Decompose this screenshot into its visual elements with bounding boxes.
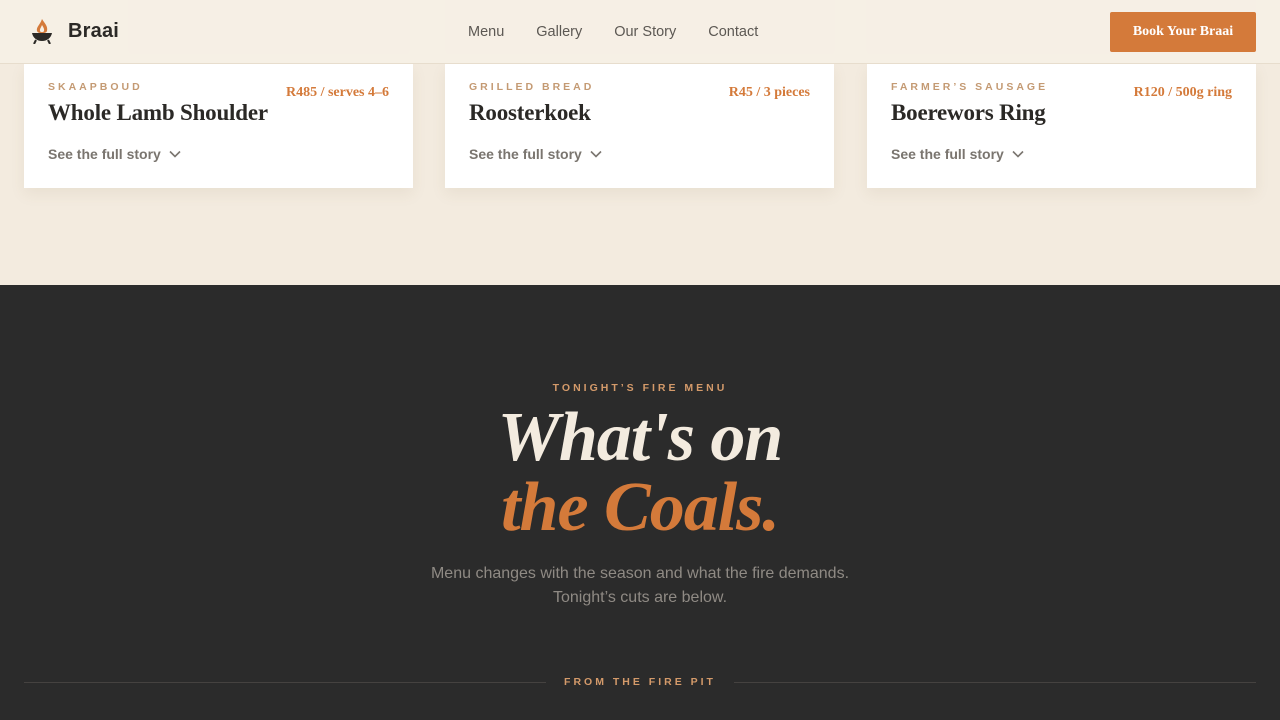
chevron-down-icon <box>169 150 181 158</box>
category-divider: FROM THE FIRE PIT <box>24 674 1257 690</box>
brand-name: Braai <box>68 19 120 42</box>
card-eyebrow: FARMER’S SAUSAGE <box>891 81 1049 93</box>
see-full-story-toggle[interactable]: See the full story <box>469 146 602 162</box>
nav-link-gallery[interactable]: Gallery <box>520 23 598 41</box>
book-braai-button[interactable]: Book Your Braai <box>1110 12 1256 52</box>
subtitle-line-1: Menu changes with the season and what th… <box>430 565 850 582</box>
section-subtitle: Menu changes with the season and what th… <box>0 562 1280 610</box>
headline-line-2: the Coals. <box>501 469 780 546</box>
card-eyebrow: GRILLED BREAD <box>469 81 595 93</box>
section-kicker: TONIGHT’S FIRE MENU <box>552 382 728 394</box>
story-toggle-label: See the full story <box>469 146 582 162</box>
see-full-story-toggle[interactable]: See the full story <box>891 146 1024 162</box>
main-nav: Menu Gallery Our Story Contact <box>452 23 774 41</box>
chevron-down-icon <box>1012 150 1024 158</box>
card-price: R485 / serves 4–6 <box>285 85 389 100</box>
card-title: Whole Lamb Shoulder <box>48 100 268 125</box>
card-eyebrow: SKAAPBOUD <box>48 81 143 93</box>
see-full-story-toggle[interactable]: See the full story <box>48 146 181 162</box>
nav-link-our-story[interactable]: Our Story <box>598 23 692 41</box>
card-title: Roosterkoek <box>469 100 591 125</box>
story-toggle-label: See the full story <box>891 146 1004 162</box>
grill-flame-icon <box>32 19 52 44</box>
divider-rule <box>733 681 1257 683</box>
fire-menu-section: TONIGHT’S FIRE MENU What's on the Coals.… <box>0 285 1280 720</box>
nav-link-contact[interactable]: Contact <box>692 23 774 41</box>
headline-line-1: What's on <box>497 399 784 476</box>
divider-rule <box>24 681 547 683</box>
subtitle-line-2: Tonight’s cuts are below. <box>552 589 728 606</box>
category-label: FROM THE FIRE PIT <box>564 676 716 688</box>
menu-card-boerewors: FARMER’S SAUSAGE R120 / 500g ring Boerew… <box>867 64 1256 188</box>
card-price: R120 / 500g ring <box>1133 85 1232 100</box>
brand-logo[interactable]: Braai <box>30 18 119 44</box>
menu-card-roosterkoek: GRILLED BREAD R45 / 3 pieces Roosterkoek… <box>445 64 834 188</box>
section-headline: What's on the Coals. <box>0 403 1280 543</box>
nav-link-menu[interactable]: Menu <box>452 23 520 41</box>
story-toggle-label: See the full story <box>48 146 161 162</box>
menu-card-lamb-shoulder: SKAAPBOUD R485 / serves 4–6 Whole Lamb S… <box>24 64 413 188</box>
chevron-down-icon <box>590 150 602 158</box>
card-price: R45 / 3 pieces <box>728 85 810 100</box>
card-title: Boerewors Ring <box>891 100 1046 125</box>
